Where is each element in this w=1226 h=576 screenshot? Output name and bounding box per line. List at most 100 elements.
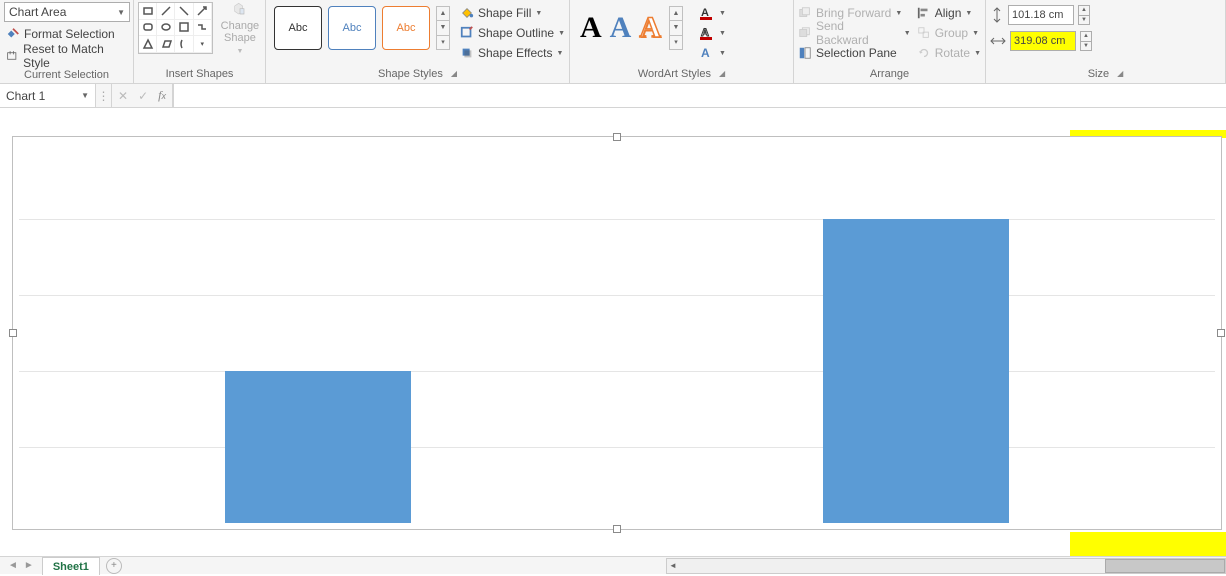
gallery-more-icon[interactable]: ▾	[194, 36, 212, 53]
wordart-style-1[interactable]: A	[580, 11, 602, 45]
wordart-gallery[interactable]: A A A ▲ ▼ ▾	[574, 2, 689, 54]
chevron-down-icon: ▼	[535, 10, 542, 17]
shape-height-input[interactable]: 101.18 cm	[1008, 5, 1074, 25]
shape-line2-icon[interactable]	[175, 3, 193, 20]
rotate-button[interactable]: Rotate ▼	[917, 44, 981, 62]
group-button[interactable]: Group ▼	[917, 24, 981, 42]
resize-handle[interactable]	[1217, 329, 1225, 337]
change-shape-icon	[229, 2, 251, 18]
chart-bar-2[interactable]	[823, 219, 1009, 523]
height-spinner[interactable]: ▲▼	[1078, 5, 1090, 25]
chevron-up-icon[interactable]: ▲	[670, 7, 682, 21]
chevron-down-icon: ▼	[117, 8, 125, 17]
group-title-wordart: WordArt Styles	[638, 67, 711, 81]
enter-icon[interactable]: ✓	[138, 89, 148, 103]
shape-connector-icon[interactable]	[194, 20, 212, 37]
chevron-down-icon: ▼	[719, 50, 726, 57]
dialog-launcher-icon[interactable]: ◢	[719, 67, 725, 81]
fx-icon[interactable]: fx	[158, 88, 166, 103]
horizontal-scrollbar[interactable]: ◄	[666, 558, 1226, 574]
resize-handle[interactable]	[613, 525, 621, 533]
text-fill-button[interactable]: A ▼	[699, 4, 726, 22]
formula-bar-opts[interactable]: ⋮	[96, 84, 112, 107]
shape-oval-icon[interactable]	[157, 20, 175, 37]
shape-style-3[interactable]: Abc	[382, 6, 430, 50]
chart-object[interactable]	[12, 136, 1222, 530]
send-backward-label: Send Backward	[816, 19, 900, 47]
shape-brace-icon[interactable]	[175, 36, 193, 53]
scroll-left-icon[interactable]: ◄	[669, 559, 677, 573]
shape-roundrect-icon[interactable]	[139, 20, 157, 37]
group-label: Group	[935, 26, 968, 40]
shape-hex-icon[interactable]	[175, 20, 193, 37]
shapes-gallery[interactable]: ▾	[138, 2, 213, 54]
selection-pane-button[interactable]: Selection Pane	[798, 44, 911, 62]
formula-buttons: ✕ ✓ fx	[112, 84, 173, 107]
selection-pane-icon	[798, 46, 812, 60]
sheet-tab-active[interactable]: Sheet1	[42, 557, 100, 575]
shape-effects-button[interactable]: Shape Effects ▼	[460, 44, 565, 62]
rotate-icon	[917, 46, 931, 60]
group-insert-shapes: ▾ Change Shape ▼ Insert Shapes	[134, 0, 266, 83]
chevron-up-icon[interactable]: ▲	[1078, 5, 1090, 15]
selection-pane-label: Selection Pane	[816, 46, 897, 60]
chevron-down-icon[interactable]: ▼	[437, 21, 449, 35]
format-selection-button[interactable]: Format Selection	[4, 24, 129, 44]
shape-style-expand[interactable]: ▲ ▼ ▾	[436, 6, 450, 50]
chevron-down-icon[interactable]: ▼	[670, 21, 682, 35]
group-shape-styles: Abc Abc Abc ▲ ▼ ▾ Shape Fill ▼ Shape Out…	[266, 0, 570, 83]
bring-forward-label: Bring Forward	[816, 6, 891, 20]
shape-line-icon[interactable]	[157, 3, 175, 20]
group-title-shape-styles: Shape Styles	[378, 67, 443, 81]
dialog-launcher-icon[interactable]: ◢	[1117, 67, 1123, 81]
chevron-up-icon[interactable]: ▲	[1080, 31, 1092, 41]
wordart-style-3[interactable]: A	[639, 11, 661, 45]
wordart-style-2[interactable]: A	[610, 11, 632, 45]
formula-input[interactable]	[173, 84, 1226, 107]
cancel-icon[interactable]: ✕	[118, 89, 128, 103]
chevron-down-icon[interactable]: ▼	[1080, 41, 1092, 52]
reset-to-match-style-button[interactable]: Reset to Match Style	[4, 46, 129, 66]
dialog-launcher-icon[interactable]: ◢	[451, 67, 457, 81]
chevron-down-icon: ▼	[236, 46, 243, 58]
shape-fill-button[interactable]: Shape Fill ▼	[460, 4, 565, 22]
shape-style-1[interactable]: Abc	[274, 6, 322, 50]
shape-style-gallery[interactable]: Abc Abc Abc ▲ ▼ ▾	[270, 2, 454, 54]
bring-forward-icon	[798, 6, 812, 20]
resize-handle[interactable]	[9, 329, 17, 337]
more-icon[interactable]: ▾	[437, 36, 449, 49]
wordart-expand[interactable]: ▲ ▼ ▾	[669, 6, 683, 50]
scrollbar-thumb[interactable]	[1105, 559, 1225, 573]
chart-plot-area[interactable]	[19, 143, 1215, 523]
shape-arrow-icon[interactable]	[194, 3, 212, 20]
worksheet-area[interactable]	[0, 108, 1226, 556]
shape-parallelogram-icon[interactable]	[157, 36, 175, 53]
text-effects-button[interactable]: A ▼	[699, 44, 726, 62]
resize-handle[interactable]	[613, 133, 621, 141]
sheet-nav-prev-icon[interactable]: ◄	[8, 560, 18, 571]
name-box[interactable]: Chart 1 ▼	[0, 84, 96, 107]
shape-style-2[interactable]: Abc	[328, 6, 376, 50]
height-icon	[990, 7, 1004, 23]
svg-text:A: A	[701, 46, 710, 60]
shape-triangle-icon[interactable]	[139, 36, 157, 53]
shape-width-input[interactable]: 319.08 cm	[1010, 31, 1076, 51]
chart-bar-1[interactable]	[225, 371, 411, 523]
shape-outline-button[interactable]: Shape Outline ▼	[460, 24, 565, 42]
text-outline-button[interactable]: A ▼	[699, 24, 726, 42]
chart-elements-dropdown[interactable]: Chart Area ▼	[4, 2, 130, 22]
sheet-nav-next-icon[interactable]: ►	[24, 560, 34, 571]
chevron-up-icon[interactable]: ▲	[437, 7, 449, 21]
send-backward-button[interactable]: Send Backward ▼	[798, 24, 911, 42]
group-size: 101.18 cm ▲▼ 319.08 cm ▲▼ Size ◢	[986, 0, 1226, 83]
chart-series[interactable]	[19, 143, 1215, 523]
new-sheet-button[interactable]: +	[106, 558, 122, 574]
more-icon[interactable]: ▾	[670, 36, 682, 49]
group-current-selection: Chart Area ▼ Format Selection Reset to M…	[0, 0, 134, 83]
width-spinner[interactable]: ▲▼	[1080, 31, 1092, 51]
align-button[interactable]: Align ▼	[917, 4, 981, 22]
shape-rect-icon[interactable]	[139, 3, 157, 20]
chevron-down-icon[interactable]: ▼	[1078, 15, 1090, 26]
change-shape-label: Change Shape	[221, 20, 260, 44]
change-shape-button[interactable]: Change Shape ▼	[219, 2, 261, 58]
